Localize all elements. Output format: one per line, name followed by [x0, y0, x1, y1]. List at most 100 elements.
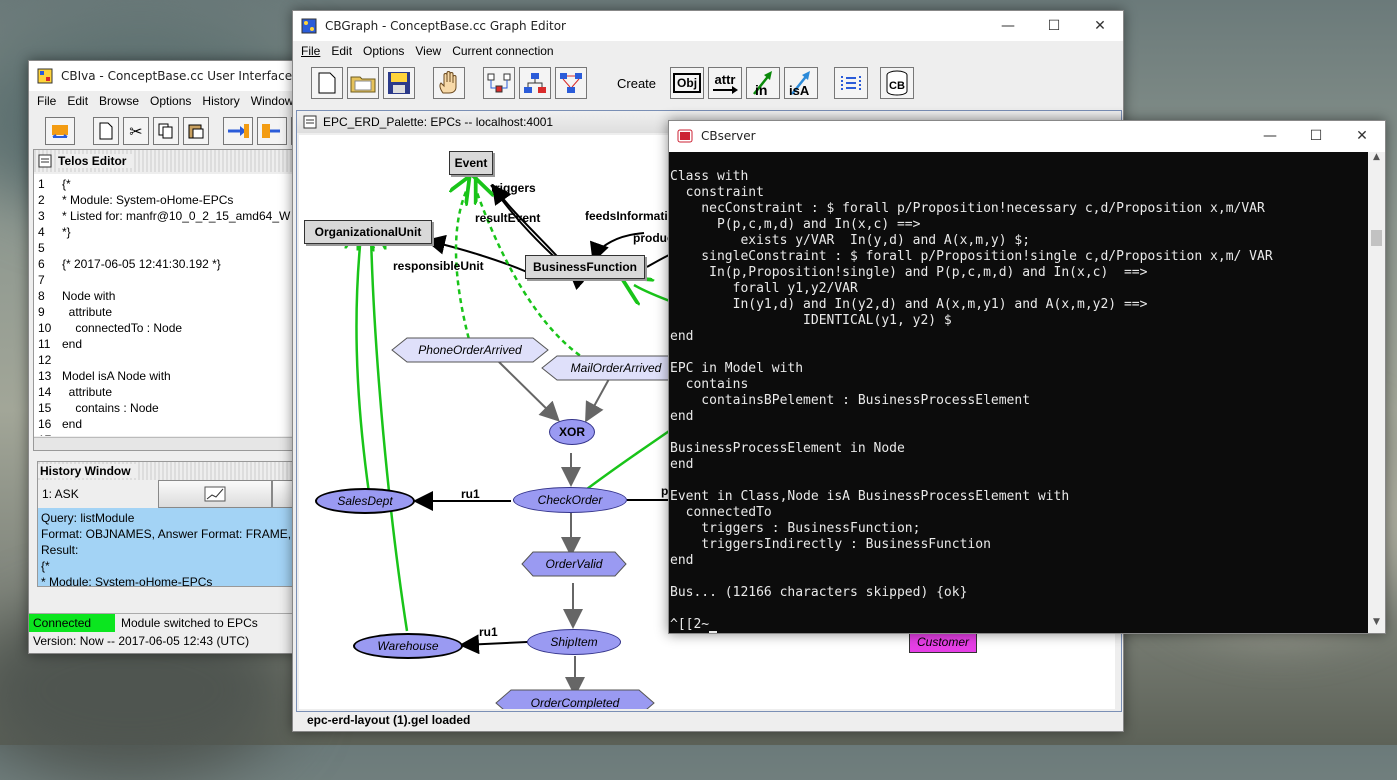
create-isa-button[interactable]: isA	[784, 67, 819, 99]
node-event[interactable]: Event	[449, 151, 493, 175]
cbserver-title: CBserver	[701, 129, 756, 143]
code-line: contains : Node	[62, 401, 159, 415]
line-number: 7	[38, 273, 45, 287]
maximize-button[interactable]: ☐	[1293, 121, 1339, 151]
cbiva-menu-options[interactable]: Options	[150, 94, 191, 108]
cbiva-status-bar: Connected Module switched to EPCs	[29, 613, 325, 632]
console-line: Bus... (12166 characters skipped) {ok}	[670, 585, 968, 600]
node-xor[interactable]: XOR	[549, 419, 595, 445]
cbgraph-titlebar[interactable]: CBGraph - ConceptBase.cc Graph Editor — …	[293, 11, 1123, 41]
node-warehouse[interactable]: Warehouse	[353, 633, 463, 659]
hand-tool-button[interactable]	[433, 67, 465, 99]
tell-arrow-icon	[228, 124, 249, 138]
cbiva-menu-file[interactable]: File	[37, 94, 56, 108]
node-phone-order-arrived[interactable]: PhoneOrderArrived	[391, 337, 549, 363]
label-triggers: triggers	[491, 181, 536, 195]
cycle-tool-button[interactable]	[555, 67, 587, 99]
edge-ru1-warehouse[interactable]	[459, 634, 528, 655]
new-graph-button[interactable]	[311, 67, 343, 99]
create-object-button[interactable]: Obj	[670, 67, 705, 99]
minimize-button[interactable]: —	[985, 11, 1031, 41]
console-output[interactable]: Class with constraint necConstraint : $ …	[669, 152, 1368, 633]
console-text: Class with constraint necConstraint : $ …	[670, 169, 1273, 633]
line-number: 8	[38, 289, 45, 303]
close-button[interactable]: ✕	[1077, 11, 1123, 41]
telos-editor-text[interactable]: 1234567891011121314151617 {** Module: Sy…	[34, 174, 322, 436]
history-entry-row[interactable]: 1: ASK	[38, 480, 322, 508]
console-vertical-scrollbar[interactable]: ▲ ▼	[1368, 152, 1385, 633]
history-result-text[interactable]: Query: listModule Format: OBJNAMES, Answe…	[38, 508, 322, 586]
cbiva-titlebar[interactable]: CBIva - ConceptBase.cc User Interface in…	[29, 61, 325, 91]
scroll-up-arrow[interactable]: ▲	[1368, 152, 1385, 168]
layout-tool-button[interactable]	[483, 67, 515, 99]
attribute-arrow-icon	[713, 85, 739, 94]
cb-server-label: CB	[889, 80, 905, 92]
console-line: Event in Class,Node isA BusinessProcessE…	[670, 489, 1070, 504]
history-load-button[interactable]	[158, 480, 272, 508]
cbserver-app-icon	[677, 129, 693, 143]
cbgraph-menu-view[interactable]: View	[415, 44, 441, 58]
copy-button[interactable]	[153, 117, 179, 145]
new-page-icon	[99, 122, 113, 140]
minimize-button[interactable]: —	[1247, 121, 1293, 151]
cbiva-menu-history[interactable]: History	[202, 94, 239, 108]
node-order-valid[interactable]: OrderValid	[521, 551, 627, 577]
node-ship-item[interactable]: ShipItem	[527, 629, 621, 655]
edge-instanceof-salesdept[interactable]	[356, 235, 369, 494]
untell-button[interactable]	[257, 117, 287, 145]
close-button[interactable]: ✕	[1339, 121, 1385, 151]
label-feeds-information: feedsInformatio	[585, 209, 676, 223]
create-instanceof-button[interactable]: in	[746, 67, 781, 99]
code-line: end	[62, 417, 83, 431]
cbgraph-menubar: File Edit Options View Current connectio…	[293, 41, 1123, 61]
paste-button[interactable]	[183, 117, 209, 145]
cut-button[interactable]: ✂	[123, 117, 149, 145]
edge-produces[interactable]	[646, 254, 670, 268]
line-number: 2	[38, 193, 45, 207]
cbiva-menu-edit[interactable]: Edit	[67, 94, 88, 108]
edge-mail-xor[interactable]	[585, 378, 610, 423]
node-order-completed[interactable]: OrderCompleted	[495, 689, 655, 709]
edge-instanceof-warehouse[interactable]	[371, 235, 409, 632]
telos-horizontal-scrollbar[interactable]	[34, 437, 322, 450]
tree-tool-button[interactable]	[519, 67, 551, 99]
scroll-thumb[interactable]	[1371, 230, 1382, 246]
cbgraph-app-icon	[301, 18, 317, 34]
history-window-title: History Window	[38, 464, 137, 478]
node-organizational-unit[interactable]: OrganizationalUnit	[304, 220, 432, 244]
console-line: end	[670, 329, 694, 344]
cbgraph-menu-connection[interactable]: Current connection	[452, 44, 553, 58]
node-check-order[interactable]: CheckOrder	[513, 487, 627, 513]
edge-instanceof-checkorder[interactable]	[586, 425, 676, 491]
cbgraph-menu-file[interactable]: File	[301, 44, 320, 58]
save-graph-button[interactable]	[383, 67, 415, 99]
maximize-button[interactable]: ☐	[1031, 11, 1077, 41]
cb-server-button[interactable]: CB	[880, 67, 915, 99]
cbgraph-menu-edit[interactable]: Edit	[331, 44, 352, 58]
create-instanceof-label: in	[755, 82, 768, 98]
console-line: P(p,c,m,d) and In(x,c) ==>	[670, 217, 921, 232]
tell-button[interactable]	[223, 117, 253, 145]
hand-icon	[439, 71, 457, 94]
history-window-panel: History Window 1: ASK Query: listModule F…	[37, 461, 323, 587]
console-line: Class with	[670, 169, 749, 184]
cbserver-titlebar[interactable]: CBserver — ☐ ✕	[669, 121, 1385, 151]
create-attribute-button[interactable]: attr	[708, 67, 743, 99]
cbiva-menu-window[interactable]: Window	[251, 94, 294, 108]
code-line: attribute	[62, 305, 113, 319]
node-customer[interactable]: Customer	[909, 631, 977, 653]
cbgraph-menu-options[interactable]: Options	[363, 44, 404, 58]
node-business-function[interactable]: BusinessFunction	[525, 255, 645, 279]
create-object-label: Obj	[673, 73, 702, 93]
history-line: Query: listModule	[41, 511, 135, 525]
scroll-down-arrow[interactable]: ▼	[1368, 617, 1385, 633]
open-graph-button[interactable]	[347, 67, 379, 99]
label-ru1-salesdept: ru1	[461, 487, 480, 501]
new-button[interactable]	[93, 117, 119, 145]
frame-view-button[interactable]	[834, 67, 869, 99]
connect-button[interactable]	[45, 117, 75, 145]
cbiva-menu-browse[interactable]: Browse	[99, 94, 139, 108]
history-entry-label: 1: ASK	[42, 487, 79, 501]
node-sales-dept[interactable]: SalesDept	[315, 488, 415, 514]
